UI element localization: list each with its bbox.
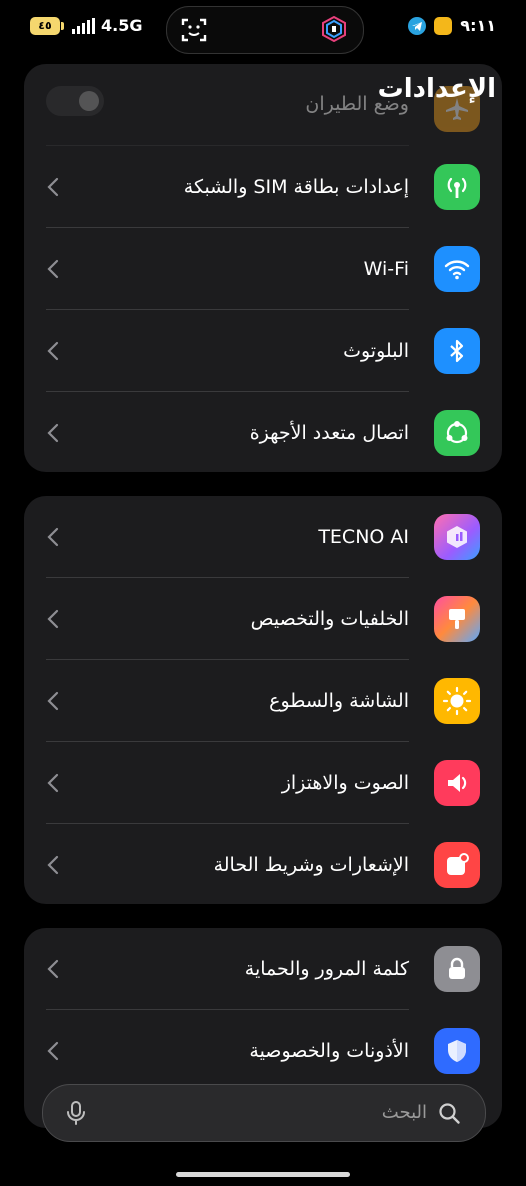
settings-item-label: البلوتوث: [343, 340, 409, 362]
settings-item-label: كلمة المرور والحماية: [244, 958, 409, 980]
lock-icon: [434, 946, 480, 992]
sun-icon: [434, 678, 480, 724]
bluetooth-icon: [434, 328, 480, 374]
notification-app-icon: [434, 16, 453, 35]
shield-icon: [434, 1028, 480, 1074]
settings-item-label: الصوت والاهتزاز: [281, 772, 409, 794]
speaker-icon: [434, 760, 480, 806]
battery-level: ٤٥: [38, 19, 52, 32]
chevron-left-icon: [47, 691, 59, 711]
settings-item-tecno-ai[interactable]: TECNO AI: [24, 496, 502, 578]
settings-item-multi-device[interactable]: اتصال متعدد الأجهزة: [24, 392, 502, 472]
notification-icon: [434, 842, 480, 888]
settings-item-sound[interactable]: الصوت والاهتزاز: [24, 742, 502, 824]
settings-item-password-security[interactable]: كلمة المرور والحماية: [24, 928, 502, 1010]
settings-group-personalization: TECNO AI الخلفيات والتخصيص الشاشة والسطو…: [24, 496, 502, 904]
settings-item-display[interactable]: الشاشة والسطوع: [24, 660, 502, 742]
settings-item-bluetooth[interactable]: البلوتوث: [24, 310, 502, 392]
chevron-left-icon: [47, 1041, 59, 1061]
settings-item-label: Wi-Fi: [363, 258, 409, 280]
home-indicator[interactable]: [176, 1172, 350, 1177]
app-activity-icon: [322, 16, 346, 42]
tecno-ai-icon: [434, 514, 480, 560]
battery-indicator: ٤٥: [30, 16, 64, 35]
chevron-left-icon: [47, 341, 59, 361]
dynamic-island[interactable]: [166, 6, 364, 54]
search-icon: [439, 1103, 460, 1124]
chevron-left-icon: [47, 177, 59, 197]
page-title: الإعدادات: [377, 74, 496, 104]
settings-item-label: الخلفيات والتخصيص: [250, 608, 409, 630]
settings-group-connectivity: وضع الطيران إعدادات بطاقة SIM والشبكة Wi…: [24, 64, 502, 472]
settings-item-label: TECNO AI: [318, 526, 409, 548]
settings-item-wallpapers[interactable]: الخلفيات والتخصيص: [24, 578, 502, 660]
paint-brush-icon: [434, 596, 480, 642]
multi-device-icon: [434, 410, 480, 456]
settings-item-label: الإشعارات وشريط الحالة: [213, 854, 409, 876]
chevron-left-icon: [47, 527, 59, 547]
wifi-icon: [434, 246, 480, 292]
status-bar: ٤٥ 4.5G ٩:١١: [0, 0, 526, 58]
chevron-left-icon: [47, 609, 59, 629]
status-right: ٩:١١: [408, 16, 496, 35]
telegram-icon: [408, 16, 427, 35]
chevron-left-icon: [47, 423, 59, 443]
clock: ٩:١١: [460, 16, 496, 35]
settings-item-label: الأذونات والخصوصية: [249, 1040, 409, 1062]
signal-icon: [72, 17, 95, 34]
microphone-icon[interactable]: [65, 1100, 87, 1126]
airplane-mode-toggle[interactable]: [46, 86, 104, 116]
settings-item-permissions-privacy[interactable]: الأذونات والخصوصية: [24, 1010, 502, 1092]
search-placeholder: البحث: [381, 1102, 427, 1123]
settings-item-label: إعدادات بطاقة SIM والشبكة: [183, 176, 409, 198]
antenna-icon: [434, 164, 480, 210]
settings-item-notifications[interactable]: الإشعارات وشريط الحالة: [24, 824, 502, 904]
settings-item-label: اتصال متعدد الأجهزة: [249, 422, 409, 444]
chevron-left-icon: [47, 773, 59, 793]
chevron-left-icon: [47, 959, 59, 979]
search-bar[interactable]: البحث: [42, 1084, 486, 1142]
settings-item-sim-network[interactable]: إعدادات بطاقة SIM والشبكة: [24, 146, 502, 228]
network-type: 4.5G: [101, 16, 143, 35]
status-left: ٤٥ 4.5G: [30, 16, 142, 35]
settings-item-wifi[interactable]: Wi-Fi: [24, 228, 502, 310]
chevron-left-icon: [47, 259, 59, 279]
settings-item-label: الشاشة والسطوع: [269, 690, 409, 712]
face-scan-icon: [181, 18, 207, 42]
chevron-left-icon: [47, 855, 59, 875]
